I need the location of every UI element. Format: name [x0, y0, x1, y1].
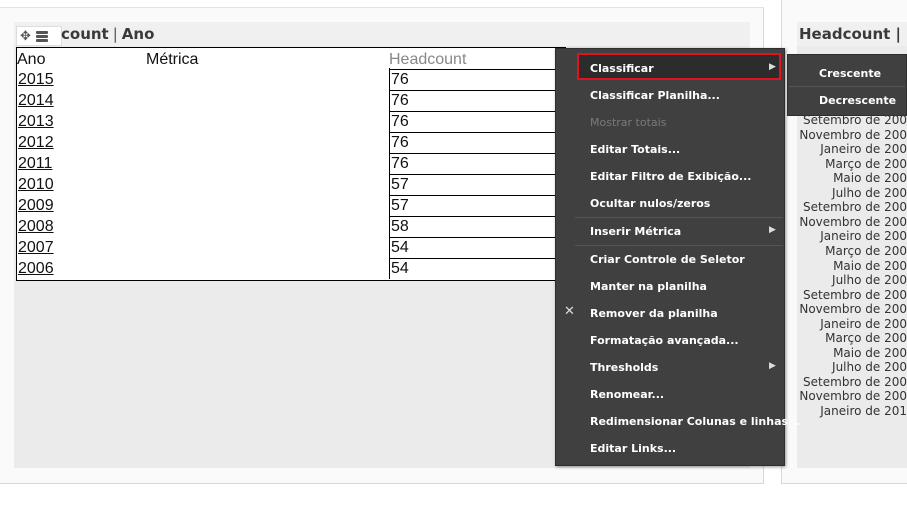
row-value: 57: [389, 195, 559, 216]
menu-item-thresholds[interactable]: Thresholds: [590, 361, 658, 374]
menu-item-formatacao[interactable]: Formatação avançada...: [590, 334, 739, 347]
grid-title-part2: Ano: [121, 25, 155, 43]
row-value: 54: [389, 258, 559, 279]
move-icon[interactable]: ✥: [20, 30, 31, 43]
month-label: Setembro de 200: [803, 287, 907, 302]
month-label: Março de 200: [825, 331, 907, 346]
submenu-arrow-icon: ▶: [769, 361, 776, 371]
row-value: 57: [389, 174, 559, 195]
month-label: Janeiro de 200: [820, 229, 907, 244]
menu-item-editar-filtro[interactable]: Editar Filtro de Exibição...: [590, 170, 751, 183]
row-year-link[interactable]: 2010: [18, 176, 54, 194]
menu-item-inserir-metrica[interactable]: Inserir Métrica: [590, 225, 681, 238]
close-icon: ✕: [564, 304, 575, 319]
month-label: Janeiro de 200: [820, 316, 907, 331]
menu-item-remover[interactable]: Remover da planilha: [590, 307, 718, 320]
menu-item-editar-totais[interactable]: Editar Totais...: [590, 143, 680, 156]
dataset-icon[interactable]: [35, 30, 50, 42]
month-label: Novembro de 200: [799, 389, 907, 404]
menu-item-criar-controle[interactable]: Criar Controle de Seletor: [590, 253, 745, 266]
row-value: 76: [389, 69, 559, 90]
row-value: 58: [389, 216, 559, 237]
row-value: 76: [389, 132, 559, 153]
menu-item-classificar[interactable]: Classificar: [590, 62, 654, 75]
header-metrica[interactable]: Métrica: [146, 51, 198, 69]
month-label: Maio de 200: [833, 258, 907, 273]
row-year-link[interactable]: 2013: [18, 113, 54, 131]
month-label: Julho de 200: [832, 185, 907, 200]
page: ✥ count | Ano Ano Métrica Headcount 2015 2…: [0, 0, 907, 517]
grid-title: count | Ano: [61, 25, 154, 43]
menu-separator: [575, 245, 783, 246]
month-label: Julho de 200: [832, 273, 907, 288]
row-year-link[interactable]: 2006: [18, 260, 54, 278]
right-grid-title: Headcount |: [799, 25, 902, 43]
menu-item-redimensionar[interactable]: Redimensionar Colunas e linhas...: [590, 415, 801, 428]
menu-item-renomear[interactable]: Renomear...: [590, 388, 664, 401]
row-year-link[interactable]: 2011: [18, 155, 52, 173]
submenu-separator: [789, 86, 905, 87]
grid-handle[interactable]: ✥: [16, 26, 62, 46]
row-year-link[interactable]: 2012: [18, 134, 54, 152]
row-value: 76: [389, 111, 559, 132]
row-year-link[interactable]: 2007: [18, 239, 54, 257]
menu-item-mostrar-totais: Mostrar totais: [590, 116, 667, 129]
month-label: Maio de 200: [833, 345, 907, 360]
submenu-item-decrescente[interactable]: Decrescente: [819, 94, 896, 107]
month-label: Maio de 200: [833, 171, 907, 186]
row-value: 54: [389, 237, 559, 258]
row-year-link[interactable]: 2015: [18, 71, 54, 89]
grid-title-separator: |: [112, 25, 118, 43]
menu-separator: [575, 217, 783, 218]
submenu-item-crescente[interactable]: Crescente: [819, 67, 881, 80]
header-ano[interactable]: Ano: [17, 51, 45, 69]
month-label: Julho de 200: [832, 360, 907, 375]
month-label: Março de 200: [825, 243, 907, 258]
month-label: Novembro de 200: [799, 214, 907, 229]
menu-item-ocultar-nulos[interactable]: Ocultar nulos/zeros: [590, 197, 710, 210]
menu-item-manter[interactable]: Manter na planilha: [590, 280, 707, 293]
submenu-arrow-icon: ▶: [769, 62, 776, 72]
submenu-arrow-icon: ▶: [769, 225, 776, 235]
row-value: 76: [389, 153, 559, 174]
row-year-link[interactable]: 2014: [18, 92, 54, 110]
menu-item-editar-links[interactable]: Editar Links...: [590, 442, 676, 455]
top-strip: [0, 0, 764, 8]
row-year-link[interactable]: 2009: [18, 197, 54, 215]
month-label: Setembro de 200: [803, 200, 907, 215]
menu-item-classificar-planilha[interactable]: Classificar Planilha...: [590, 89, 720, 102]
grid-title-part1: count: [61, 25, 109, 43]
month-label: Novembro de 200: [799, 302, 907, 317]
header-headcount[interactable]: Headcount: [389, 51, 466, 69]
month-label: Março de 200: [825, 156, 907, 171]
month-label: Novembro de 200: [799, 127, 907, 142]
month-label: Janeiro de 201: [820, 404, 907, 418]
row-value: 76: [389, 90, 559, 111]
month-label: Setembro de 200: [803, 113, 907, 127]
row-year-link[interactable]: 2008: [18, 218, 54, 236]
month-label: Janeiro de 200: [820, 142, 907, 157]
month-label: Setembro de 200: [803, 374, 907, 389]
